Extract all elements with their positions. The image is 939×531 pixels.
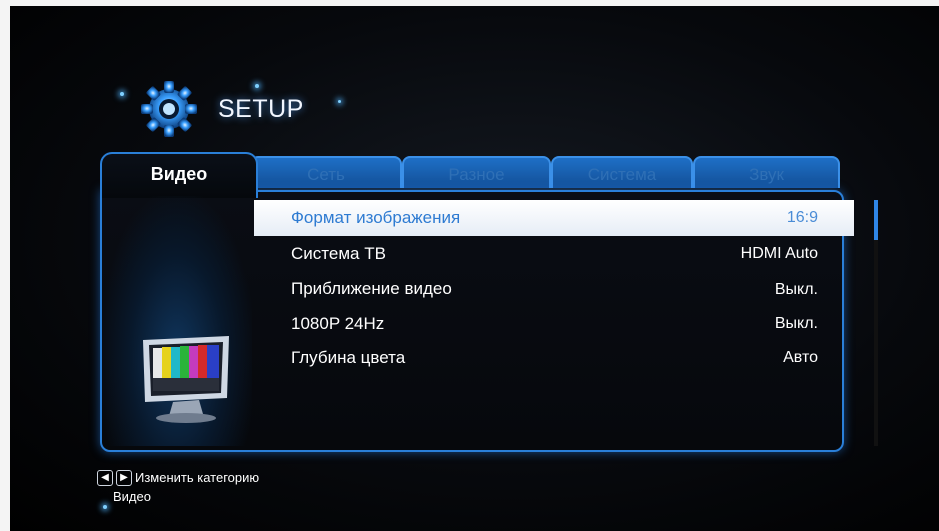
tab-misc[interactable]: Разное bbox=[402, 156, 551, 188]
sparkle-decoration bbox=[255, 84, 259, 88]
setting-value-color-depth: Авто bbox=[783, 349, 818, 366]
tab-video[interactable]: Видео bbox=[100, 152, 258, 198]
tab-audio[interactable]: Звук bbox=[693, 156, 840, 188]
setting-label-aspect-ratio[interactable]: Формат изображения bbox=[291, 208, 460, 228]
setting-value-video-zoom: Выкл. bbox=[774, 281, 818, 298]
sparkle-decoration bbox=[120, 92, 124, 96]
setting-label-tv-system[interactable]: Система ТВ bbox=[291, 244, 386, 264]
footer-hint: Изменить категорию bbox=[135, 470, 260, 485]
setting-value-tv-system: HDMI Auto bbox=[740, 245, 818, 262]
setting-label-video-zoom[interactable]: Приближение видео bbox=[291, 279, 452, 299]
page-title: SETUP bbox=[218, 95, 304, 123]
tab-network[interactable]: Сеть bbox=[250, 156, 402, 188]
sparkle-decoration bbox=[103, 505, 107, 509]
setting-label-color-depth[interactable]: Глубина цвета bbox=[291, 348, 405, 368]
tab-system[interactable]: Система bbox=[551, 156, 693, 188]
frame-edge-top bbox=[0, 0, 939, 6]
arrow-right-icon: ▶ bbox=[116, 470, 132, 486]
sparkle-decoration bbox=[338, 100, 341, 103]
scrollbar-thumb[interactable] bbox=[874, 200, 878, 240]
frame-edge-left bbox=[0, 0, 10, 531]
footer-category: Видео bbox=[113, 489, 151, 504]
setting-value-aspect-ratio: 16:9 bbox=[786, 209, 818, 226]
arrow-left-icon: ◀ bbox=[97, 470, 113, 486]
tv-icon bbox=[143, 336, 229, 423]
setting-label-1080p24[interactable]: 1080P 24Hz bbox=[291, 314, 384, 334]
setting-value-1080p24: Выкл. bbox=[774, 315, 818, 332]
gear-icon bbox=[141, 81, 197, 137]
